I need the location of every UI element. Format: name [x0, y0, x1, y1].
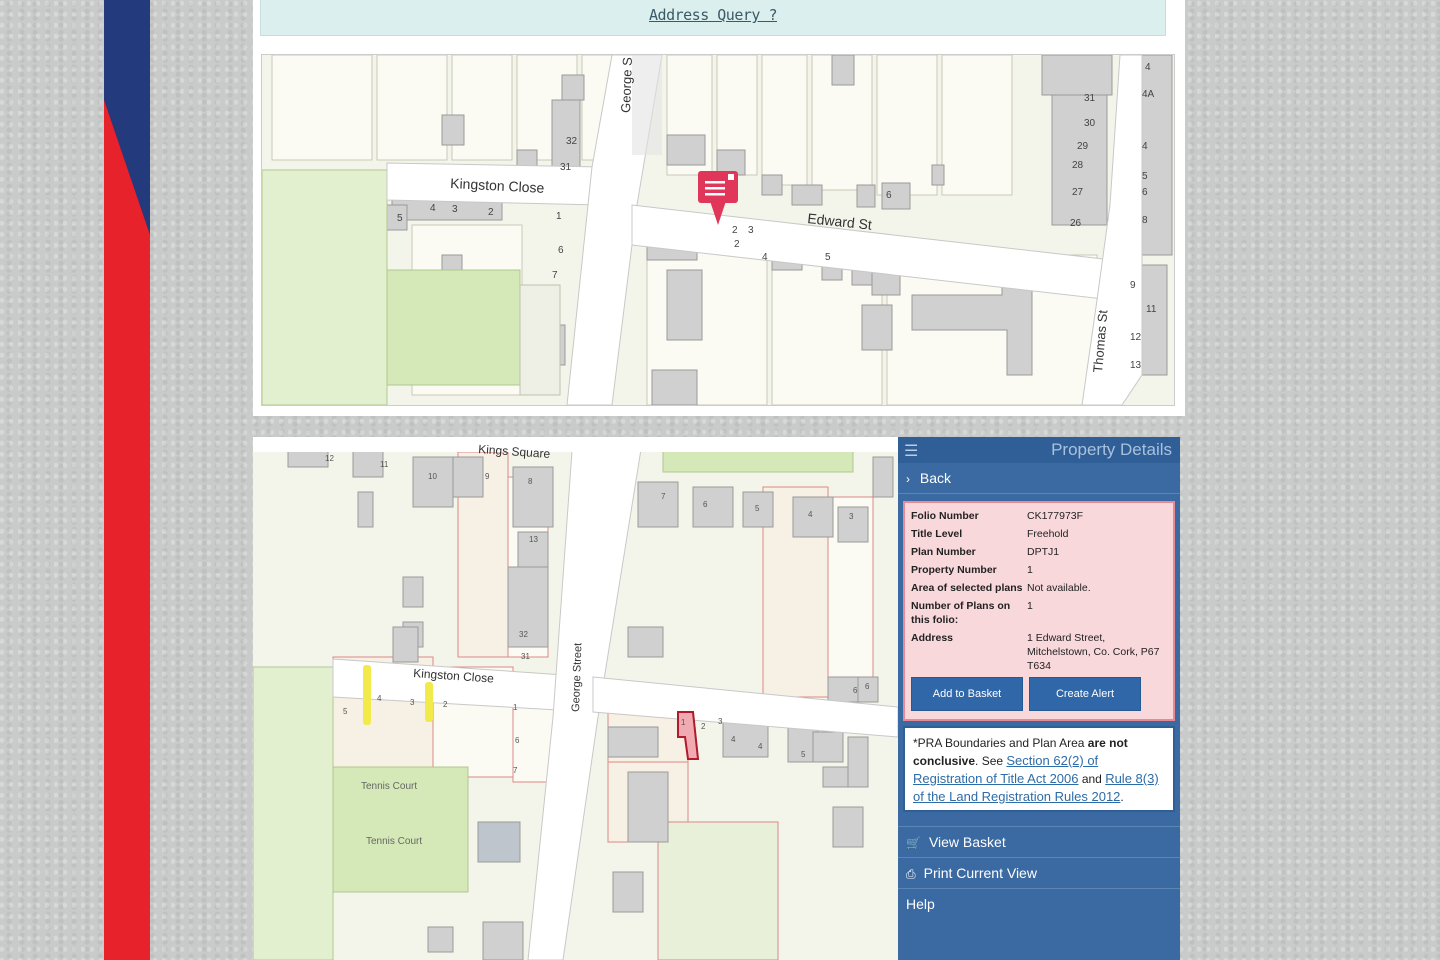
house-number: 5: [755, 504, 760, 513]
view-basket-button[interactable]: 🛒 View Basket: [898, 826, 1180, 857]
house-number: 7: [513, 766, 518, 775]
house-number: 4: [430, 203, 436, 214]
detail-row: Number of Plans on this folio: 1: [911, 600, 1033, 626]
house-number: 6: [558, 245, 564, 256]
house-number: 6: [703, 500, 708, 509]
detail-row: Folio Number CK177973F: [911, 510, 1084, 522]
boundary-notice: *PRA Boundaries and Plan Area are not co…: [903, 726, 1175, 812]
chevron-right-icon: ›: [906, 472, 910, 486]
house-number: 13: [1130, 360, 1142, 371]
house-number: 4: [758, 742, 763, 751]
house-number: 11: [1146, 304, 1157, 315]
house-number: 5: [343, 707, 348, 716]
blue-stripe-accent: [104, 0, 150, 235]
house-number: 4: [731, 735, 736, 744]
menu-icon[interactable]: ☰: [904, 441, 918, 461]
print-view-button[interactable]: ⎙ Print Current View: [898, 857, 1180, 888]
house-number: 6: [853, 686, 858, 695]
house-number: 6: [1142, 187, 1148, 198]
tennis-court-label: Tennis Court: [366, 836, 422, 847]
street-george: George S: [618, 57, 635, 113]
panel-header: ☰ Property Details: [898, 437, 1180, 463]
location-map[interactable]: Kingston Close Edward St George S Thomas…: [261, 54, 1175, 406]
cart-icon: 🛒: [906, 836, 921, 850]
location-map-canvas: Kingston Close Edward St George S Thomas…: [262, 55, 1174, 405]
panel-title: Property Details: [1051, 440, 1172, 459]
house-number: 7: [552, 270, 558, 281]
house-number: 13: [529, 535, 538, 544]
house-number: 1: [513, 703, 518, 712]
property-details-table: Folio Number CK177973F Title Level Freehol…: [903, 501, 1175, 721]
house-number: 8: [1142, 215, 1148, 226]
address-query-bar: Address Query ?: [260, 0, 1166, 36]
house-number: 2: [488, 207, 494, 218]
house-number: 9: [1130, 280, 1136, 291]
house-number: 32: [566, 136, 578, 147]
house-number: 12: [1130, 332, 1142, 343]
detail-row: Property Number 1: [911, 564, 1033, 576]
house-number: 31: [521, 652, 530, 661]
house-number: 26: [1070, 218, 1082, 229]
house-number: 2: [701, 722, 706, 731]
property-map-canvas: Kings Square Kingston Close George Stree…: [253, 437, 898, 960]
house-number: 30: [1084, 118, 1096, 129]
house-number: 31: [560, 162, 572, 173]
house-number: 4: [762, 252, 768, 263]
detail-row: Area of selected plans Not available.: [911, 582, 1091, 594]
house-number: 2: [732, 225, 738, 236]
house-number: 4: [808, 510, 813, 519]
address-query-link[interactable]: Address Query ?: [649, 6, 777, 24]
house-number: 3: [718, 717, 723, 726]
house-number: 28: [1072, 160, 1084, 171]
house-number: 3: [452, 204, 458, 215]
property-details-panel: ☰ Property Details › Back Folio Number CK…: [898, 437, 1180, 960]
printer-icon: ⎙: [906, 867, 916, 881]
tennis-court-label: Tennis Court: [361, 781, 417, 792]
house-number: 4A: [1142, 89, 1155, 100]
house-number: 27: [1072, 187, 1084, 198]
house-number: 5: [397, 213, 403, 224]
create-alert-button[interactable]: Create Alert: [1029, 677, 1141, 711]
back-label: Back: [919, 470, 952, 486]
house-number: 6: [515, 736, 520, 745]
house-number: 5: [1142, 171, 1148, 182]
property-map[interactable]: Kings Square Kingston Close George Stree…: [253, 437, 898, 960]
house-number: 12: [325, 454, 334, 463]
house-number: 31: [1084, 93, 1096, 104]
house-number: 5: [801, 750, 806, 759]
house-number: 3: [410, 698, 415, 707]
house-number: 5: [825, 252, 831, 263]
house-number: 9: [485, 472, 490, 481]
house-number: 6: [865, 682, 870, 691]
house-number: 6: [886, 190, 892, 201]
house-number: 29: [1077, 141, 1089, 152]
house-number: 3: [849, 512, 854, 521]
street-george-street: George Street: [570, 643, 584, 712]
house-number: 8: [528, 477, 533, 486]
add-to-basket-button[interactable]: Add to Basket: [911, 677, 1023, 711]
house-number: 4: [1145, 62, 1151, 73]
house-number: 11: [380, 460, 389, 469]
house-number: 1: [556, 211, 562, 222]
house-number: 4: [377, 694, 382, 703]
detail-row: Plan Number DPTJ1: [911, 546, 1060, 558]
house-number: 10: [428, 472, 437, 481]
house-number: 1: [681, 718, 686, 727]
detail-row: Address 1 Edward Street, Mitchelstown, Co…: [911, 632, 1160, 672]
house-number: 2: [443, 700, 448, 709]
house-number: 4: [1142, 141, 1148, 152]
back-button[interactable]: › Back: [898, 463, 1180, 494]
house-number: 32: [519, 630, 528, 639]
house-number: 7: [661, 492, 666, 501]
top-map-card: Address Query ? Kingston Close Edward St…: [253, 0, 1185, 416]
help-button[interactable]: Help: [898, 888, 1180, 919]
house-number: 3: [748, 225, 754, 236]
house-number: 2: [734, 239, 740, 250]
detail-row: Title Level Freehold: [911, 528, 1069, 540]
